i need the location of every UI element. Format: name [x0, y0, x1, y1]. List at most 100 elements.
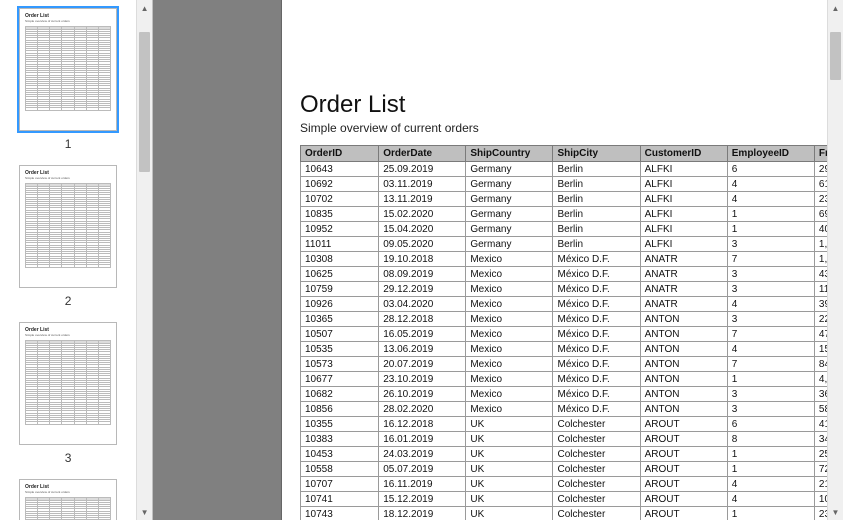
thumbnail-item[interactable]: Order ListSimple overview of current ord… [19, 8, 117, 151]
table-cell: 10355 [301, 417, 379, 432]
table-cell: 1 [727, 222, 814, 237]
table-cell: ANTON [640, 327, 727, 342]
table-cell: 10702 [301, 192, 379, 207]
column-header: ShipCity [553, 146, 640, 162]
table-cell: Berlin [553, 162, 640, 177]
table-cell: AROUT [640, 477, 727, 492]
table-cell: 10707 [301, 477, 379, 492]
table-cell: 10507 [301, 327, 379, 342]
table-cell: ALFKI [640, 237, 727, 252]
table-body: 1064325.09.2019GermanyBerlinALFKI629,461… [301, 162, 843, 520]
table-cell: AROUT [640, 417, 727, 432]
table-cell: 16.01.2019 [379, 432, 466, 447]
table-cell: México D.F. [553, 372, 640, 387]
table-row: 1085628.02.2020MexicoMéxico D.F.ANTON358… [301, 402, 843, 417]
table-cell: ALFKI [640, 222, 727, 237]
table-cell: 3 [727, 402, 814, 417]
column-header: ShipCountry [466, 146, 553, 162]
table-cell: 1 [727, 462, 814, 477]
table-cell: 1 [727, 372, 814, 387]
table-cell: 10308 [301, 252, 379, 267]
scrollbar-thumb[interactable] [139, 32, 150, 172]
table-cell: 19.10.2018 [379, 252, 466, 267]
table-cell: ANTON [640, 387, 727, 402]
table-cell: 15.12.2019 [379, 492, 466, 507]
document-scrollbar[interactable]: ▲ ▼ [827, 0, 843, 520]
table-cell: 10952 [301, 222, 379, 237]
table-cell: 05.07.2019 [379, 462, 466, 477]
table-cell: 10558 [301, 462, 379, 477]
table-cell: Colchester [553, 507, 640, 520]
table-cell: México D.F. [553, 252, 640, 267]
document-scroll-area[interactable]: Order List Simple overview of current or… [153, 0, 843, 520]
scrollbar-thumb[interactable] [830, 32, 841, 80]
report-title: Order List [300, 91, 843, 119]
table-row: 1095215.04.2020GermanyBerlinALFKI140,42 [301, 222, 843, 237]
thumbnail-item[interactable]: Order ListSimple overview of current ord… [19, 479, 117, 520]
table-cell: 10677 [301, 372, 379, 387]
document-pane: Order List Simple overview of current or… [153, 0, 843, 520]
table-cell: 6 [727, 162, 814, 177]
table-cell: 10573 [301, 357, 379, 372]
table-cell: 09.05.2020 [379, 237, 466, 252]
table-cell: 11011 [301, 237, 379, 252]
table-row: 1035516.12.2018UKColchesterAROUT641,95 [301, 417, 843, 432]
table-row: 1036528.12.2018MexicoMéxico D.F.ANTON322… [301, 312, 843, 327]
table-row: 1057320.07.2019MexicoMéxico D.F.ANTON784… [301, 357, 843, 372]
table-cell: 08.09.2019 [379, 267, 466, 282]
scroll-down-icon[interactable]: ▼ [137, 504, 152, 520]
table-cell: 20.07.2019 [379, 357, 466, 372]
table-cell: México D.F. [553, 282, 640, 297]
table-row: 1038316.01.2019UKColchesterAROUT834,24 [301, 432, 843, 447]
table-cell: Germany [466, 237, 553, 252]
table-row: 1075929.12.2019MexicoMéxico D.F.ANATR311… [301, 282, 843, 297]
table-row: 1045324.03.2019UKColchesterAROUT125,36 [301, 447, 843, 462]
table-cell: Germany [466, 162, 553, 177]
table-cell: 10856 [301, 402, 379, 417]
table-cell: 10759 [301, 282, 379, 297]
table-row: 1092603.04.2020MexicoMéxico D.F.ANATR439… [301, 297, 843, 312]
table-cell: 4 [727, 297, 814, 312]
table-cell: 16.11.2019 [379, 477, 466, 492]
table-cell: 10625 [301, 267, 379, 282]
thumbnails-scrollbar[interactable]: ▲ ▼ [136, 0, 152, 520]
table-cell: 16.12.2018 [379, 417, 466, 432]
table-cell: 28.02.2020 [379, 402, 466, 417]
scrollbar-track[interactable] [137, 16, 152, 504]
scroll-up-icon[interactable]: ▲ [828, 0, 843, 16]
report-page: Order List Simple overview of current or… [281, 0, 843, 520]
table-cell: Colchester [553, 417, 640, 432]
table-cell: Mexico [466, 372, 553, 387]
table-cell: 16.05.2019 [379, 327, 466, 342]
table-cell: 3 [727, 267, 814, 282]
thumbnail-page[interactable]: Order ListSimple overview of current ord… [19, 479, 117, 520]
scroll-up-icon[interactable]: ▲ [137, 0, 152, 16]
thumbnail-page[interactable]: Order ListSimple overview of current ord… [19, 322, 117, 445]
table-cell: ANTON [640, 357, 727, 372]
report-subtitle: Simple overview of current orders [300, 121, 843, 135]
table-cell: Mexico [466, 267, 553, 282]
column-header: CustomerID [640, 146, 727, 162]
thumbnail-item[interactable]: Order ListSimple overview of current ord… [19, 165, 117, 308]
table-row: 1070716.11.2019UKColchesterAROUT421,74 [301, 477, 843, 492]
table-cell: 7 [727, 327, 814, 342]
scrollbar-track[interactable] [828, 16, 843, 504]
table-cell: AROUT [640, 492, 727, 507]
table-cell: 10692 [301, 177, 379, 192]
table-cell: 3 [727, 312, 814, 327]
table-cell: ALFKI [640, 162, 727, 177]
table-cell: 1 [727, 447, 814, 462]
thumbnail-item[interactable]: Order ListSimple overview of current ord… [19, 322, 117, 465]
thumbnail-page[interactable]: Order ListSimple overview of current ord… [19, 8, 117, 131]
table-cell: 03.11.2019 [379, 177, 466, 192]
table-cell: México D.F. [553, 312, 640, 327]
scroll-down-icon[interactable]: ▼ [828, 504, 843, 520]
table-cell: 1 [727, 507, 814, 520]
table-cell: México D.F. [553, 267, 640, 282]
table-cell: ALFKI [640, 192, 727, 207]
table-cell: UK [466, 492, 553, 507]
table-row: 1074115.12.2019UKColchesterAROUT410,96 [301, 492, 843, 507]
table-cell: 10743 [301, 507, 379, 520]
table-cell: UK [466, 462, 553, 477]
thumbnail-page[interactable]: Order ListSimple overview of current ord… [19, 165, 117, 288]
